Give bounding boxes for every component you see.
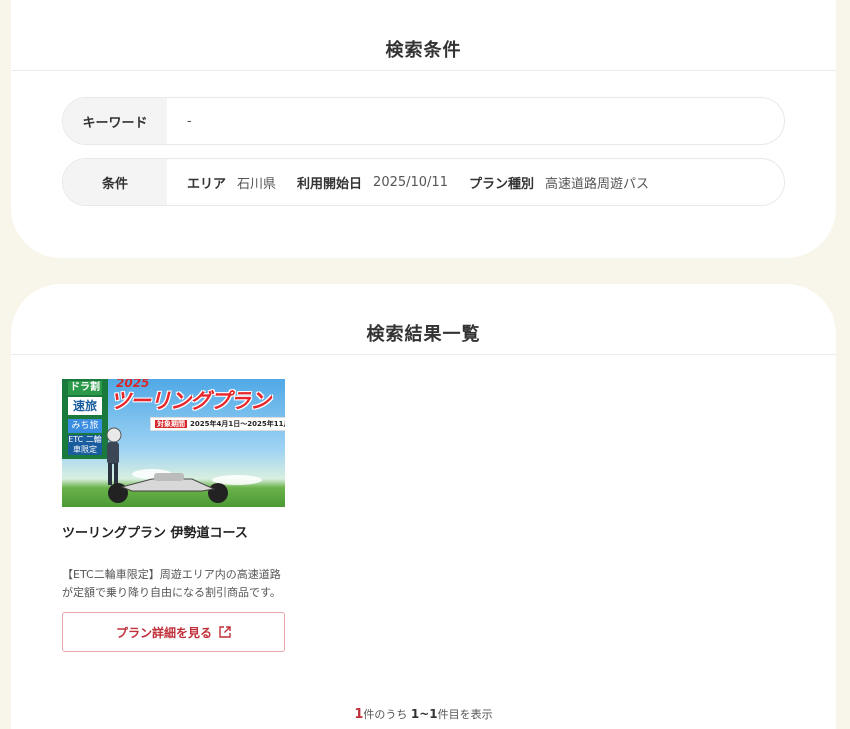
condition-label: 条件 xyxy=(63,159,167,205)
thumb-heading: ツーリングプラン xyxy=(110,389,271,413)
condition-row: 条件 エリア 石川県 利用開始日 2025/10/11 プラン種別 高速道路周遊… xyxy=(62,158,785,206)
divider xyxy=(11,354,836,355)
plan-detail-button-label: プラン詳細を見る xyxy=(115,625,212,640)
search-conditions-title: 検索条件 xyxy=(385,40,462,61)
badge-main: 速旅 xyxy=(68,397,102,415)
plan-title[interactable]: ツーリングプラン 伊勢道コース xyxy=(62,522,285,541)
divider xyxy=(11,70,836,71)
plan-description: 【ETC二輪車限定】周遊エリア内の高速道路が定額で乗り降り自由になる割引商品です… xyxy=(62,568,281,599)
plan-detail-button[interactable]: プラン詳細を見る xyxy=(62,612,285,652)
count-text-b: 件目を表示 xyxy=(437,708,493,721)
motorcycle-icon xyxy=(108,473,228,503)
plan-thumbnail-image[interactable]: ドラ割 速旅 みち旅 ETC 二輪車限定 2025 ツーリングプラン 対象期間 2… xyxy=(62,379,285,507)
count-text-a: 件のうち xyxy=(363,708,408,721)
range-count: 1~1 xyxy=(410,707,438,721)
area-key: エリア xyxy=(187,176,227,192)
result-item: ドラ割 速旅 みち旅 ETC 二輪車限定 2025 ツーリングプラン 対象期間 2… xyxy=(62,379,285,652)
search-results-title: 検索結果一覧 xyxy=(366,324,481,345)
plan-type-value: 高速道路周遊パス xyxy=(545,176,650,192)
results-count: 1件のうち 1~1件目を表示 xyxy=(11,706,836,722)
start-date-value: 2025/10/11 xyxy=(373,174,448,190)
condition-values: エリア 石川県 利用開始日 2025/10/11 プラン種別 高速道路周遊パス xyxy=(167,173,670,192)
keyword-row: キーワード - xyxy=(62,97,785,145)
start-date-key: 利用開始日 xyxy=(297,176,363,192)
period-text: 2025年4月1日～2025年11月30日 xyxy=(190,420,285,428)
thumb-period: 対象期間2025年4月1日～2025年11月30日 xyxy=(150,417,285,431)
search-results-panel: 検索結果一覧 ドラ割 速旅 みち旅 ETC 二輪車限定 2025 ツーリングプラ… xyxy=(11,284,836,729)
external-link-icon xyxy=(219,626,231,638)
search-conditions-panel: 検索条件 キーワード - 条件 エリア 石川県 利用開始日 2025/10/11… xyxy=(11,0,836,258)
keyword-value: - xyxy=(167,114,213,129)
period-tag: 対象期間 xyxy=(155,420,187,428)
badge-top: ドラ割 xyxy=(68,381,102,395)
plan-type-key: プラン種別 xyxy=(468,176,534,192)
keyword-label: キーワード xyxy=(63,98,167,144)
area-value: 石川県 xyxy=(237,176,277,192)
keyword-value-text: - xyxy=(187,113,192,129)
